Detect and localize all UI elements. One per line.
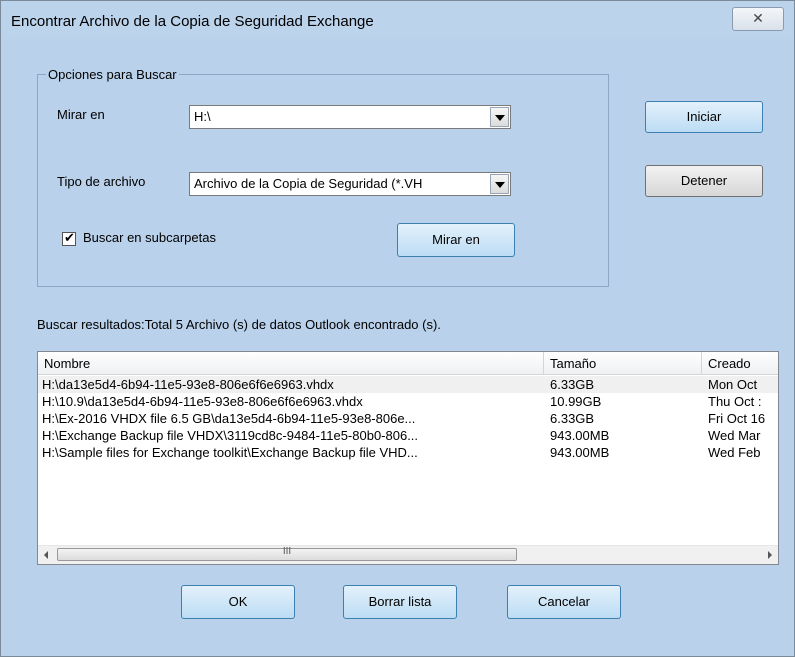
look-in-value: H:\ [194,109,211,124]
title-bar: Encontrar Archivo de la Copia de Segurid… [1,1,794,39]
scroll-left-icon[interactable] [44,551,48,559]
stop-button[interactable]: Detener [645,165,763,197]
subfolders-checkbox[interactable] [62,230,76,246]
results-summary: Buscar resultados:Total 5 Archivo (s) de… [37,317,441,332]
clear-list-button[interactable]: Borrar lista [343,585,457,619]
subfolders-label: Buscar en subcarpetas [83,230,216,245]
file-type-label: Tipo de archivo [57,174,146,189]
column-divider[interactable] [543,352,544,374]
look-in-label: Mirar en [57,107,105,122]
row-size-cell: 6.33GB [550,377,595,392]
row-name-cell: H:\Exchange Backup file VHDX\3119cd8c-94… [42,428,419,443]
results-list[interactable]: Nombre Tamaño Creado H:\da13e5d4-6b94-11… [37,351,779,565]
chevron-down-icon[interactable] [490,107,509,127]
scroll-grip: III [282,546,292,557]
table-row[interactable]: H:\da13e5d4-6b94-11e5-93e8-806e6f6e6963.… [38,376,778,393]
column-name[interactable]: Nombre [44,356,90,371]
column-size[interactable]: Tamaño [550,356,596,371]
table-row[interactable]: H:\10.9\da13e5d4-6b94-11e5-93e8-806e6f6e… [38,393,778,410]
row-created-cell: Wed Mar [708,428,761,443]
row-created-cell: Mon Oct [708,377,758,392]
dialog-body: Opciones para Buscar Mirar en H:\ Tipo d… [9,39,786,648]
browse-button[interactable]: Mirar en [397,223,515,257]
chevron-down-icon[interactable] [490,174,509,194]
horizontal-scrollbar[interactable]: III [38,545,778,564]
dialog-window: Encontrar Archivo de la Copia de Segurid… [0,0,795,657]
window-title: Encontrar Archivo de la Copia de Segurid… [11,13,374,30]
look-in-dropdown[interactable]: H:\ [189,105,511,129]
row-size-cell: 10.99GB [550,394,602,409]
file-type-value: Archivo de la Copia de Seguridad (*.VH [194,176,423,191]
search-options-legend: Opciones para Buscar [48,67,177,82]
row-size-cell: 943.00MB [550,428,610,443]
ok-button[interactable]: OK [181,585,295,619]
table-row[interactable]: H:\Exchange Backup file VHDX\3119cd8c-94… [38,427,778,444]
start-button[interactable]: Iniciar [645,101,763,133]
close-button[interactable]: ✕ [732,7,784,31]
row-created-cell: Wed Feb [708,445,761,460]
column-created[interactable]: Creado [708,356,751,371]
file-type-dropdown[interactable]: Archivo de la Copia de Seguridad (*.VH [189,172,511,196]
table-row[interactable]: H:\Ex-2016 VHDX file 6.5 GB\da13e5d4-6b9… [38,410,778,427]
row-name-cell: H:\Sample files for Exchange toolkit\Exc… [42,445,418,460]
row-size-cell: 943.00MB [550,445,610,460]
row-name-cell: H:\10.9\da13e5d4-6b94-11e5-93e8-806e6f6e… [42,394,363,409]
row-name-cell: H:\da13e5d4-6b94-11e5-93e8-806e6f6e6963.… [42,377,334,392]
row-name-cell: H:\Ex-2016 VHDX file 6.5 GB\da13e5d4-6b9… [42,411,416,426]
row-created-cell: Thu Oct : [708,394,762,409]
scroll-thumb[interactable]: III [57,546,517,561]
scroll-right-icon[interactable] [768,551,772,559]
cancel-button[interactable]: Cancelar [507,585,621,619]
results-header: Nombre Tamaño Creado [38,352,778,375]
table-row[interactable]: H:\Sample files for Exchange toolkit\Exc… [38,444,778,461]
column-divider[interactable] [701,352,702,374]
row-size-cell: 6.33GB [550,411,595,426]
close-icon: ✕ [752,10,764,26]
row-created-cell: Fri Oct 16 [708,411,766,426]
